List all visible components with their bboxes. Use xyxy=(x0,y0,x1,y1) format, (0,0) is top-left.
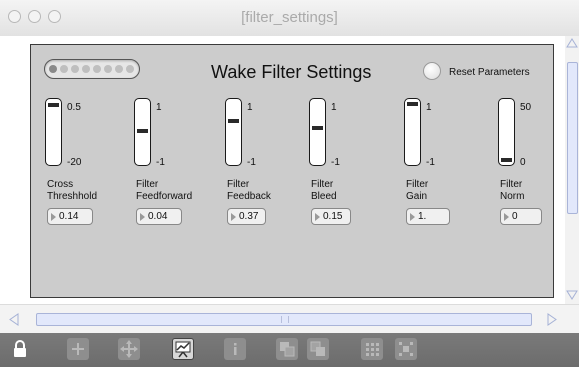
slider-handle[interactable] xyxy=(48,103,59,107)
slider-min-label: -1 xyxy=(426,157,435,168)
number-box[interactable]: 0.37 xyxy=(227,208,266,225)
bottom-toolbar xyxy=(0,333,579,367)
parameter-slider[interactable] xyxy=(134,98,151,166)
preset-slot[interactable] xyxy=(104,65,112,73)
scroll-down-icon[interactable] xyxy=(566,290,578,300)
scroll-right-icon[interactable] xyxy=(546,313,558,326)
number-box[interactable]: 0.15 xyxy=(311,208,351,225)
move-icon[interactable] xyxy=(118,338,140,360)
slider-max-label: 50 xyxy=(520,102,532,113)
slider-handle[interactable] xyxy=(137,129,148,133)
slider-name-label: Filter Gain xyxy=(406,179,429,202)
slider-handle[interactable] xyxy=(407,102,418,106)
copy-icon[interactable] xyxy=(276,338,298,360)
slider-name-label: Filter Bleed xyxy=(311,179,337,202)
preset-slot[interactable] xyxy=(93,65,101,73)
slider-max-label: 1 xyxy=(331,102,337,113)
number-box-arrow-icon xyxy=(140,213,145,221)
vertical-scroll-thumb[interactable] xyxy=(567,62,578,214)
info-icon[interactable] xyxy=(224,338,246,360)
slider-min-label: -20 xyxy=(67,157,82,168)
number-box-value: 0.37 xyxy=(239,211,259,222)
number-box-value: 1. xyxy=(418,211,427,222)
slider-name-label: Cross Threshhold xyxy=(47,179,98,202)
number-box-arrow-icon xyxy=(51,213,56,221)
title-bar: [filter_settings] xyxy=(0,0,579,37)
number-box[interactable]: 0 xyxy=(500,208,542,225)
preset-selector[interactable] xyxy=(44,59,140,79)
parameter-slider[interactable] xyxy=(309,98,326,166)
parameter-slider[interactable] xyxy=(45,98,62,166)
preset-slot[interactable] xyxy=(82,65,90,73)
slider-name-label: Filter Feedforward xyxy=(136,179,193,202)
slider-handle[interactable] xyxy=(501,158,512,162)
panel-title: Wake Filter Settings xyxy=(211,62,372,82)
parameter-slider[interactable] xyxy=(498,98,515,166)
slider-name-label: Filter Norm xyxy=(500,179,525,202)
slider-max-label: 1 xyxy=(247,102,253,113)
preset-slot[interactable] xyxy=(49,65,57,73)
scroll-left-icon[interactable] xyxy=(8,313,20,326)
number-box[interactable]: 1. xyxy=(406,208,450,225)
slider-min-label: -1 xyxy=(156,157,165,168)
slider-max-label: 1 xyxy=(426,102,432,113)
preset-slot[interactable] xyxy=(71,65,79,73)
preset-slot[interactable] xyxy=(126,65,134,73)
number-box-value: 0 xyxy=(512,211,518,222)
number-box-arrow-icon xyxy=(504,213,509,221)
presentation-icon[interactable] xyxy=(172,338,194,360)
number-box[interactable]: 0.14 xyxy=(47,208,93,225)
number-box-arrow-icon xyxy=(231,213,236,221)
slider-max-label: 0.5 xyxy=(67,102,81,113)
slider-max-label: 1 xyxy=(156,102,162,113)
number-box-value: 0.04 xyxy=(148,211,168,222)
slider-handle[interactable] xyxy=(228,119,239,123)
paste-icon[interactable] xyxy=(307,338,329,360)
preset-slot[interactable] xyxy=(60,65,68,73)
grid-icon[interactable] xyxy=(361,338,383,360)
reset-parameters-label: Reset Parameters xyxy=(449,67,530,78)
slider-min-label: -1 xyxy=(247,157,256,168)
parameter-slider[interactable] xyxy=(225,98,242,166)
number-box[interactable]: 0.04 xyxy=(136,208,182,225)
slider-min-label: 0 xyxy=(520,157,526,168)
window-title: [filter_settings] xyxy=(241,9,338,26)
preset-slot[interactable] xyxy=(115,65,123,73)
horizontal-scroll-thumb[interactable] xyxy=(36,313,532,326)
vertical-scrollbar[interactable] xyxy=(565,36,579,304)
reset-parameters-button[interactable] xyxy=(423,62,441,80)
slider-handle[interactable] xyxy=(312,126,323,130)
snap-icon[interactable] xyxy=(395,338,417,360)
number-box-arrow-icon xyxy=(315,213,320,221)
slider-min-label: -1 xyxy=(331,157,340,168)
parameter-slider[interactable] xyxy=(404,98,421,166)
number-box-value: 0.15 xyxy=(323,211,343,222)
scroll-grip xyxy=(281,316,289,323)
scroll-up-icon[interactable] xyxy=(566,38,578,48)
lock-icon[interactable] xyxy=(9,338,31,360)
horizontal-scrollbar[interactable] xyxy=(0,304,579,333)
add-object-icon[interactable] xyxy=(67,338,89,360)
number-box-value: 0.14 xyxy=(59,211,79,222)
slider-name-label: Filter Feedback xyxy=(227,179,271,202)
filter-settings-panel: Wake Filter Settings Reset Parameters 0.… xyxy=(30,44,554,298)
number-box-arrow-icon xyxy=(410,213,415,221)
